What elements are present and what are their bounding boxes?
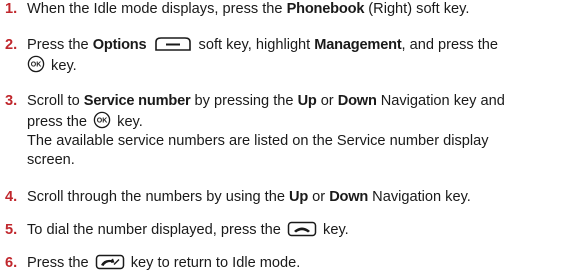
up-label: Up (289, 189, 309, 205)
step-text: When the Idle mode displays, press the P… (27, 0, 582, 19)
options-soft-key-icon (153, 36, 193, 52)
text-run: Scroll through the numbers by using the (27, 189, 290, 205)
text-run: soft key, highlight (194, 37, 315, 53)
text-run: To dial the number displayed, press the (27, 222, 285, 238)
text-run: Press the (27, 255, 93, 271)
text-run: , and press the (401, 37, 499, 53)
svg-text:OK: OK (97, 118, 108, 125)
step-text: Press the Options soft key, highlight Ma… (27, 36, 582, 76)
step-number: 1. (5, 1, 18, 17)
text-run: press the (27, 114, 92, 130)
text-run: or (308, 189, 330, 205)
step-text: Scroll to Service number by pressing the… (27, 92, 582, 170)
text-run: key. (113, 114, 143, 130)
text-run: When the Idle mode displays, press the (27, 1, 287, 17)
step-number: 3. (5, 93, 18, 109)
step-note: The available service numbers are listed… (27, 133, 489, 149)
ok-key-icon: OK (27, 55, 45, 73)
text-run: Navigation key. (368, 189, 471, 205)
text-run: key to return to Idle mode. (126, 255, 301, 271)
text-run: key. (318, 222, 349, 238)
step-number: 6. (5, 255, 18, 271)
text-run: key. (47, 58, 77, 74)
send-key-icon (287, 221, 317, 237)
text-run: Scroll to (27, 93, 84, 109)
step-note: screen. (27, 152, 75, 168)
up-label: Up (297, 93, 317, 109)
step-text: Press the key to return to Idle mode. (27, 254, 582, 273)
phonebook-label: Phonebook (286, 1, 365, 17)
svg-text:OK: OK (31, 62, 42, 69)
step-text: Scroll through the numbers by using the … (27, 188, 582, 207)
service-number-label: Service number (83, 93, 191, 109)
text-run: Press the (27, 37, 93, 53)
end-key-icon (95, 254, 125, 270)
text-run: Navigation key and (376, 93, 505, 109)
text-run: (Right) soft key. (364, 1, 470, 17)
step-text: To dial the number displayed, press the … (27, 221, 582, 240)
text-run: by pressing the (190, 93, 298, 109)
management-label: Management (314, 37, 402, 53)
down-label: Down (329, 189, 369, 205)
step-number: 5. (5, 222, 18, 238)
text-run: or (316, 93, 338, 109)
down-label: Down (337, 93, 377, 109)
options-label: Options (92, 37, 147, 53)
ok-key-icon: OK (93, 111, 111, 129)
step-number: 4. (5, 189, 18, 205)
step-number: 2. (5, 37, 18, 53)
